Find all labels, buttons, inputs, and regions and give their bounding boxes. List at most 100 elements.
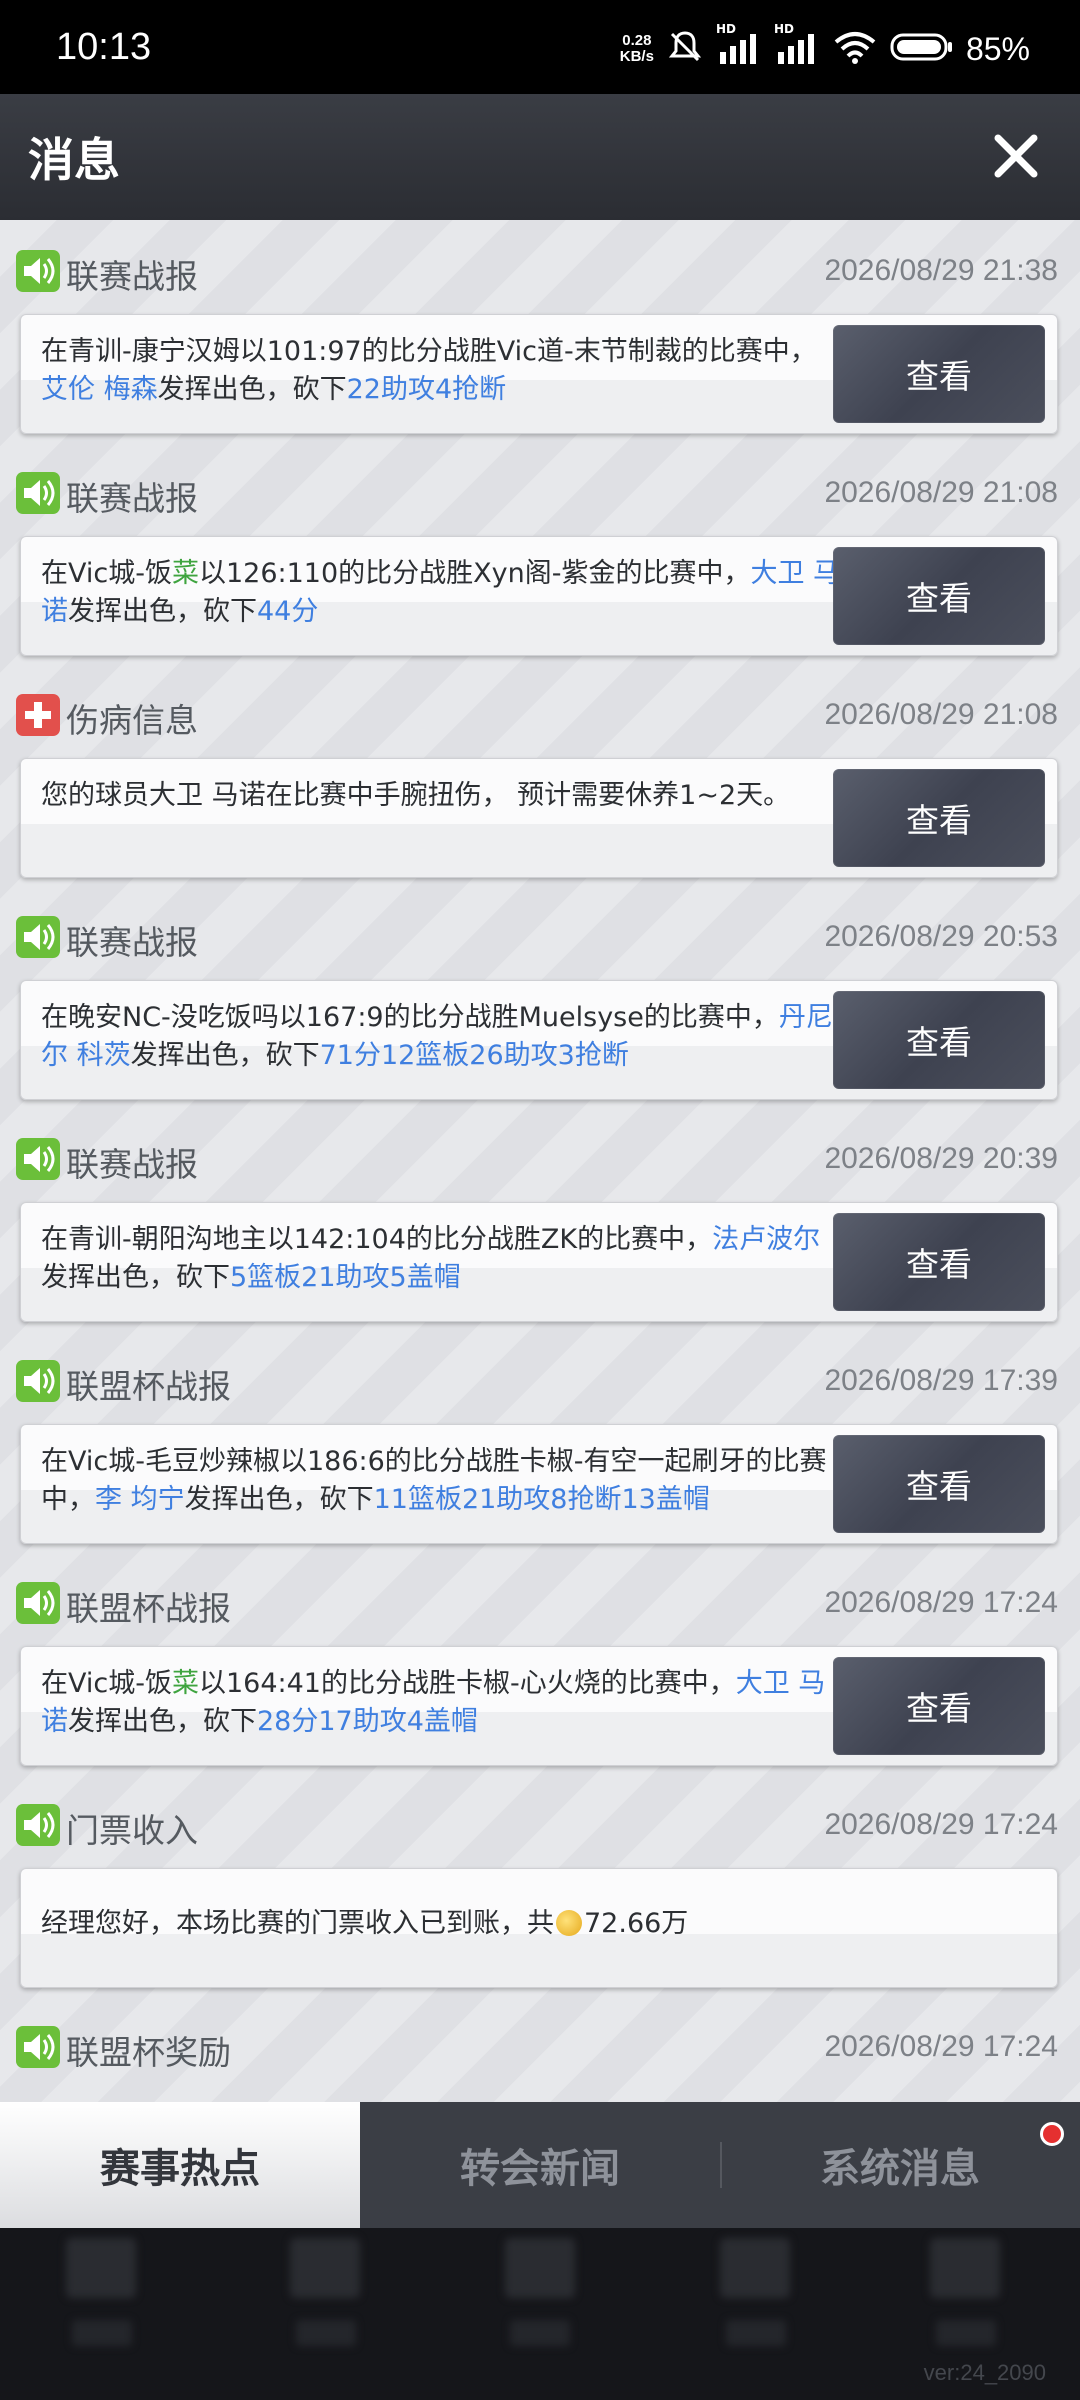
status-bar: 10:13 0.28 KB/s HD HD 85% [0,0,1080,94]
network-speed-value: 0.28 [622,32,652,49]
message-item: 联赛战报 2026/08/29 21:08 在Vic城-饭菜以126:110的比分战… [0,442,1080,664]
message-item: 门票收入 2026/08/29 17:24 经理您好，本场比赛的门票收入已到账，共 7… [0,1774,1080,1996]
blurred-nav-label [510,2320,570,2346]
blurred-nav-label [726,2320,786,2346]
highlighted-text: 22助攻4抢断 [346,374,507,405]
message-text-segment: 在青训-朝阳沟地主以142:104的比分战胜ZK的比赛中， [41,1224,713,1255]
message-text: 在Vic城-毛豆炒辣椒以186:6的比分战胜卡椒-有空一起刷牙的比赛中，李 均宁… [41,1443,841,1519]
view-button[interactable]: 查看 [833,547,1045,645]
highlighted-text: 71分12篮板26助攻3抢断 [319,1040,629,1071]
message-timestamp: 2026/08/29 17:24 [824,1586,1058,1619]
signal-icon: HD [716,22,762,70]
battery-percent: 85% [965,30,1030,67]
speaker-icon [16,1138,60,1180]
message-item: 联赛战报 2026/08/29 20:39 在青训-朝阳沟地主以142:104的比分… [0,1108,1080,1330]
highlighted-text: 法卢波尔 [712,1224,821,1255]
blurred-nav-icon [720,2238,790,2298]
network-speed: 0.28 KB/s [620,33,654,65]
message-card: 在晚安NC-没吃饭吗以167:9的比分战胜Muelsyse的比赛中，丹尼尔 科茨… [20,980,1058,1100]
notification-badge [1040,2122,1064,2146]
close-icon [994,134,1038,178]
highlighted-text: 菜 [171,558,199,589]
highlighted-text: 艾伦 梅森 [41,374,158,405]
message-text-segment: 以164:41的比分战胜卡椒-心火烧的比赛中， [198,1668,736,1699]
message-text: 在Vic城-饭菜以164:41的比分战胜卡椒-心火烧的比赛中，大卫 马诺发挥出色… [41,1665,841,1741]
message-card: 在青训-康宁汉姆以101:97的比分战胜Vic道-末节制裁的比赛中， 艾伦 梅森发… [20,314,1058,434]
message-text-segment: 发挥出色，砍下 [184,1484,374,1515]
message-card: 经理您好，本场比赛的门票收入已到账，共 72.66万 [20,1868,1058,1988]
highlighted-text: 11篮板21助攻8抢断13盖帽 [373,1484,710,1515]
message-type: 联赛战报 [66,923,198,962]
speaker-icon [16,250,60,292]
tab-event-highlights[interactable]: 赛事热点 [0,2102,360,2228]
view-button[interactable]: 查看 [833,325,1045,423]
message-text: 经理您好，本场比赛的门票收入已到账，共 72.66万 [41,1905,1031,1943]
message-text: 在青训-朝阳沟地主以142:104的比分战胜ZK的比赛中，法卢波尔发挥出色，砍下… [41,1221,841,1297]
blurred-nav-label [72,2320,132,2346]
signal-icon-2: HD [774,22,820,70]
message-item: 联赛战报 2026/08/29 20:53 在晚安NC-没吃饭吗以167:9的比分战… [0,886,1080,1108]
blurred-nav-label [936,2320,996,2346]
message-text-segment: 发挥出色，砍下 [41,1262,230,1293]
message-text-segment: 发挥出色，砍下 [130,1040,320,1071]
message-header: 联赛战报 2026/08/29 20:53 [16,914,1066,962]
message-timestamp: 2026/08/29 20:53 [824,920,1058,953]
message-text-segment: 在Vic城-饭 [41,558,172,589]
message-text-segment: 发挥出色，砍下 [68,596,257,627]
message-timestamp: 2026/08/29 17:24 [824,2030,1058,2063]
message-timestamp: 2026/08/29 17:24 [824,1808,1058,1841]
message-text: 您的球员大卫 马诺在比赛中手腕扭伤， 预计需要休养1~2天。 [41,777,841,815]
message-card: 在Vic城-饭菜以126:110的比分战胜Xyn阁-紫金的比赛中，大卫 马诺发挥… [20,536,1058,656]
blurred-nav-icon [930,2238,1000,2298]
message-type: 联盟杯奖励 [66,2033,231,2072]
message-header: 联赛战报 2026/08/29 20:39 [16,1136,1066,1184]
message-type: 联赛战报 [66,479,198,518]
tab-system-messages[interactable]: 系统消息 [720,2102,1080,2228]
highlighted-text: 李 均宁 [95,1484,185,1515]
view-button[interactable]: 查看 [833,1657,1045,1755]
signal-hd-label-2: HD [773,22,794,36]
network-speed-unit: KB/s [619,48,654,65]
message-item: 联赛战报 2026/08/29 21:38 在青训-康宁汉姆以101:97的比分战胜… [0,220,1080,442]
message-timestamp: 2026/08/29 21:08 [824,698,1058,731]
view-button[interactable]: 查看 [833,769,1045,867]
highlighted-text: 菜 [171,1668,199,1699]
tab-label: 系统消息 [820,2146,980,2192]
message-text: 在晚安NC-没吃饭吗以167:9的比分战胜Muelsyse的比赛中，丹尼尔 科茨… [41,999,841,1075]
bottom-nav-background: ver:24_2090 [0,2228,1080,2400]
tab-transfer-news[interactable]: 转会新闻 [360,2102,720,2228]
message-item: 联盟杯战报 2026/08/29 17:24 在Vic城-饭菜以164:41的比分战… [0,1552,1080,1774]
view-button[interactable]: 查看 [833,1213,1045,1311]
message-text-segment: 在Vic城-饭 [41,1668,172,1699]
message-text-segment: 经理您好，本场比赛的门票收入已到账，共 [41,1908,554,1939]
message-timestamp: 2026/08/29 21:38 [824,254,1058,287]
message-item: 联盟杯战报 2026/08/29 17:39 在Vic城-毛豆炒辣椒以186:6的比… [0,1330,1080,1552]
speaker-icon [16,2026,60,2068]
speaker-icon [16,472,60,514]
close-button[interactable] [988,128,1044,184]
message-type: 联赛战报 [66,1145,198,1184]
message-timestamp: 2026/08/29 21:08 [824,476,1058,509]
speaker-icon [16,1804,60,1846]
coin-icon [556,1910,582,1936]
blurred-nav-icon [505,2238,575,2298]
message-header: 联赛战报 2026/08/29 21:08 [16,470,1066,518]
message-type: 门票收入 [66,1811,198,1850]
highlighted-text: 44分 [257,596,319,627]
highlighted-text: 5篮板21助攻5盖帽 [230,1262,461,1293]
message-item: 伤病信息 2026/08/29 21:08 您的球员大卫 马诺在比赛中手腕扭伤， 预… [0,664,1080,886]
message-type: 联赛战报 [66,257,198,296]
page-header: 消息 [0,94,1080,220]
message-text-segment: 在青训-康宁汉姆以101:97的比分战胜Vic道-末节制裁的比赛中， [41,336,817,367]
view-button[interactable]: 查看 [833,1435,1045,1533]
speaker-icon [16,1582,60,1624]
message-text-segment: 您的球员大卫 马诺在比赛中手腕扭伤， 预计需要休养1~2天。 [41,780,791,811]
message-header: 联盟杯战报 2026/08/29 17:24 [16,1580,1066,1628]
tab-label: 赛事热点 [100,2146,260,2192]
bell-muted-icon [666,28,704,70]
tab-bar: 赛事热点 转会新闻 系统消息 [0,2102,1080,2228]
message-text-segment: 发挥出色，砍下 [68,1706,257,1737]
message-list[interactable]: 联赛战报 2026/08/29 21:38 在青训-康宁汉姆以101:97的比分战胜… [0,220,1080,2102]
blurred-nav-icon [66,2238,136,2298]
view-button[interactable]: 查看 [833,991,1045,1089]
